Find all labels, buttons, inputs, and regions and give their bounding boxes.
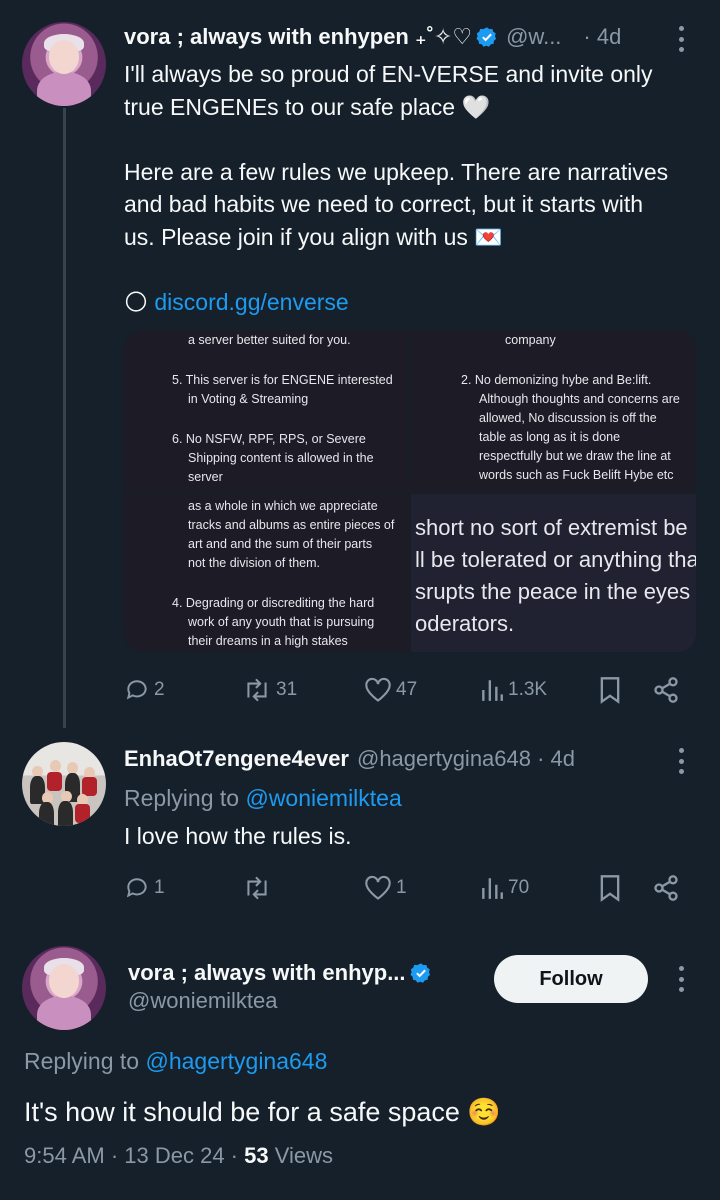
media-image-3[interactable]: as a whole in which we appreciate tracks… bbox=[124, 494, 407, 652]
moon-emoji: 🌕 bbox=[124, 288, 148, 315]
more-options-icon[interactable] bbox=[677, 966, 685, 992]
handle[interactable]: @w... bbox=[506, 24, 561, 50]
media-image-4[interactable]: short no sort of extremist be ll be tole… bbox=[411, 494, 696, 652]
post-timestamp[interactable]: 9:54 AM · 13 Dec 24 · bbox=[24, 1143, 244, 1168]
reply-icon bbox=[126, 878, 147, 898]
post-text: I love how the rules is. bbox=[124, 823, 352, 849]
reply-icon bbox=[126, 680, 147, 700]
like-button[interactable]: 47 bbox=[364, 672, 417, 708]
media-grid[interactable]: a server better suited for you. 5. This … bbox=[124, 330, 696, 652]
handle[interactable]: @hagertygina648 · 4d bbox=[357, 746, 575, 772]
repost-icon bbox=[247, 876, 267, 900]
more-options-icon[interactable] bbox=[677, 748, 685, 774]
verified-badge-icon bbox=[409, 963, 430, 983]
bookmark-icon bbox=[600, 875, 620, 902]
bookmark-button[interactable] bbox=[598, 672, 622, 708]
repost-button[interactable]: 31 bbox=[242, 672, 297, 708]
discord-link[interactable]: discord.gg/enverse bbox=[154, 289, 348, 315]
replying-to-link[interactable]: @woniemilktea bbox=[245, 785, 401, 811]
repost-button[interactable] bbox=[242, 870, 272, 906]
verified-badge-icon bbox=[476, 27, 497, 47]
post-header: vora ; always with enhypen ₊˚✧♡ @w... · … bbox=[124, 22, 621, 52]
handle[interactable]: @woniemilktea bbox=[128, 988, 278, 1014]
heart-icon bbox=[365, 875, 391, 900]
avatar[interactable] bbox=[22, 22, 106, 106]
avatar[interactable] bbox=[22, 742, 106, 826]
media-image-1[interactable]: a server better suited for you. 5. This … bbox=[124, 330, 407, 490]
share-icon bbox=[654, 875, 678, 901]
thread-line bbox=[63, 108, 66, 728]
replying-to-link[interactable]: @hagertygina648 bbox=[145, 1048, 327, 1074]
timestamp[interactable]: · 4d bbox=[583, 24, 621, 50]
display-name[interactable]: vora ; always with enhyp... bbox=[128, 960, 406, 986]
analytics-icon bbox=[482, 878, 503, 899]
views-button[interactable]: 70 bbox=[480, 870, 529, 906]
repost-icon bbox=[247, 678, 267, 702]
follow-button[interactable]: Follow bbox=[494, 955, 648, 1003]
post-actions: 1 1 70 bbox=[124, 870, 690, 906]
views-count[interactable]: 53 bbox=[244, 1143, 268, 1168]
display-name[interactable]: vora ; always with enhypen ₊˚✧♡ bbox=[124, 24, 472, 50]
heart-icon bbox=[365, 677, 391, 702]
replying-to: Replying to @woniemilktea bbox=[124, 785, 402, 811]
bookmark-icon bbox=[600, 677, 620, 704]
post-header: vora ; always with enhyp... bbox=[128, 958, 432, 988]
post-actions: 2 31 47 1.3K bbox=[124, 672, 690, 708]
replying-to: Replying to @hagertygina648 bbox=[24, 1048, 328, 1074]
display-name[interactable]: EnhaOt7engene4ever bbox=[124, 746, 349, 772]
share-icon bbox=[654, 677, 678, 703]
post-text: I'll always be so proud of EN-VERSE and … bbox=[124, 61, 669, 315]
share-button[interactable] bbox=[652, 870, 680, 906]
analytics-icon bbox=[482, 680, 503, 701]
post-meta: 9:54 AM · 13 Dec 24 · 53 Views bbox=[24, 1143, 333, 1168]
media-image-2[interactable]: company 2. No demonizing hybe and Be:lif… bbox=[413, 330, 696, 490]
like-button[interactable]: 1 bbox=[364, 870, 407, 906]
post-header: EnhaOt7engene4ever @hagertygina648 · 4d bbox=[124, 744, 575, 774]
share-button[interactable] bbox=[652, 672, 680, 708]
post-text: It's how it should be for a safe space ☺… bbox=[24, 1097, 502, 1127]
more-options-icon[interactable] bbox=[677, 26, 685, 52]
bookmark-button[interactable] bbox=[598, 870, 622, 906]
avatar[interactable] bbox=[22, 946, 106, 1030]
reply-button[interactable]: 1 bbox=[124, 870, 165, 906]
views-button[interactable]: 1.3K bbox=[480, 672, 547, 708]
reply-button[interactable]: 2 bbox=[124, 672, 165, 708]
